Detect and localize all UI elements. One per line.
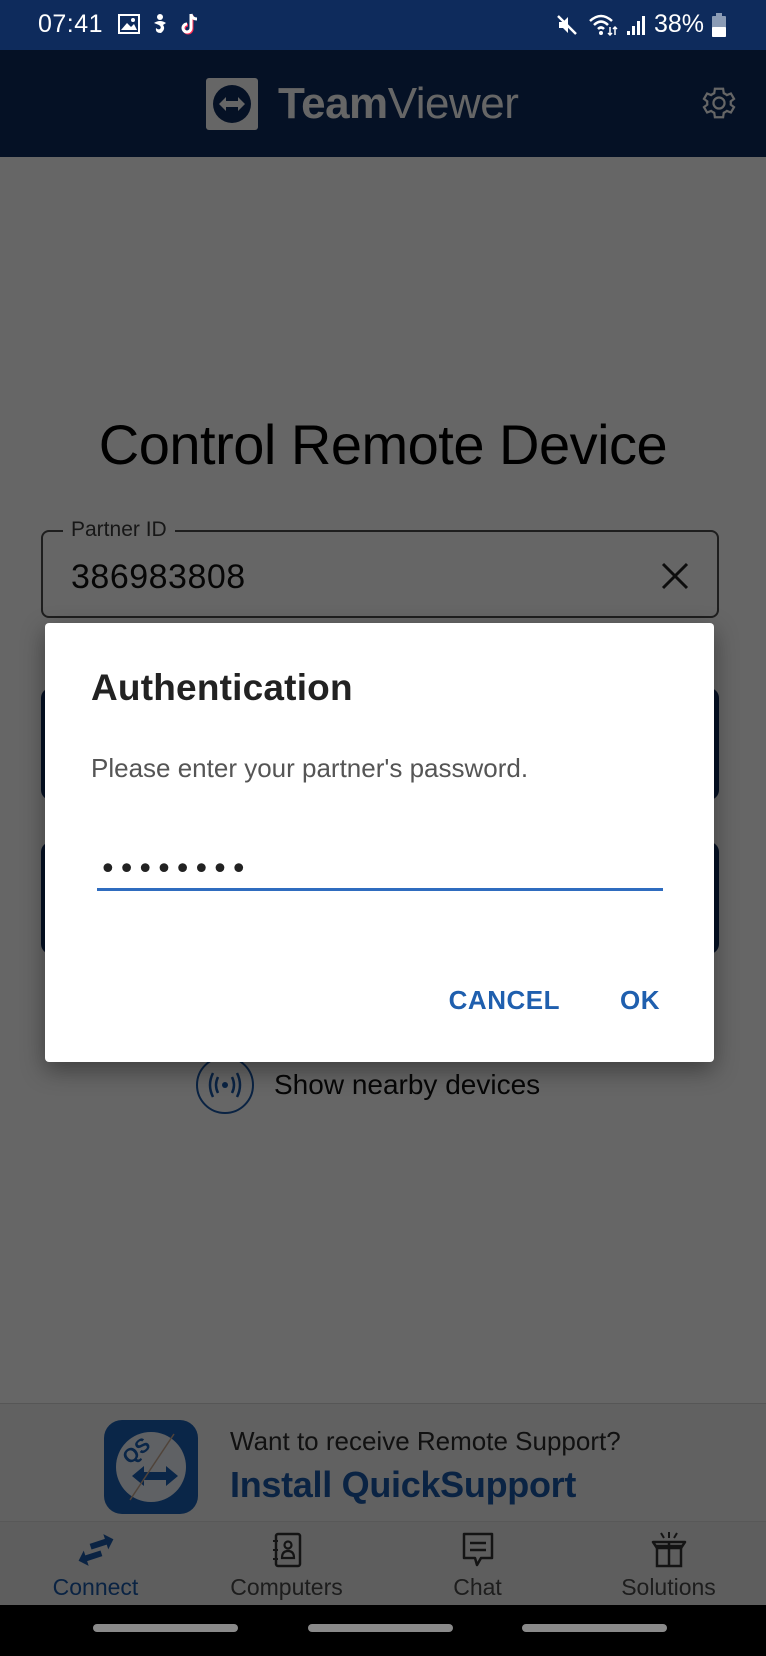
system-icons: 38% [556,10,726,39]
battery-percent: 38% [653,10,704,38]
notification-icons [118,12,200,36]
dialog-title: Authentication [91,667,353,708]
home-gesture-handle[interactable] [308,1624,453,1632]
recents-gesture-handle[interactable] [93,1624,238,1632]
dialog-message: Please enter your partner's password. [91,753,529,783]
cancel-button[interactable]: CANCEL [429,977,580,1024]
gallery-icon [118,14,140,34]
ok-button[interactable]: OK [616,977,674,1024]
back-gesture-handle[interactable] [522,1624,667,1632]
signal-icon [626,15,645,35]
accessibility-icon [154,14,166,33]
dialog-actions: CANCEL OK [429,977,714,1024]
status-bar: 07:41 38% [0,0,766,50]
battery-icon [712,12,726,37]
authentication-dialog: Authentication Please enter your partner… [45,623,714,1062]
status-time: 07:41 [38,10,104,38]
mute-icon [557,14,577,35]
system-navigation-bar [0,1605,766,1656]
tiktok-icon [181,13,198,35]
wifi-icon [589,14,618,36]
password-input[interactable] [97,851,663,891]
